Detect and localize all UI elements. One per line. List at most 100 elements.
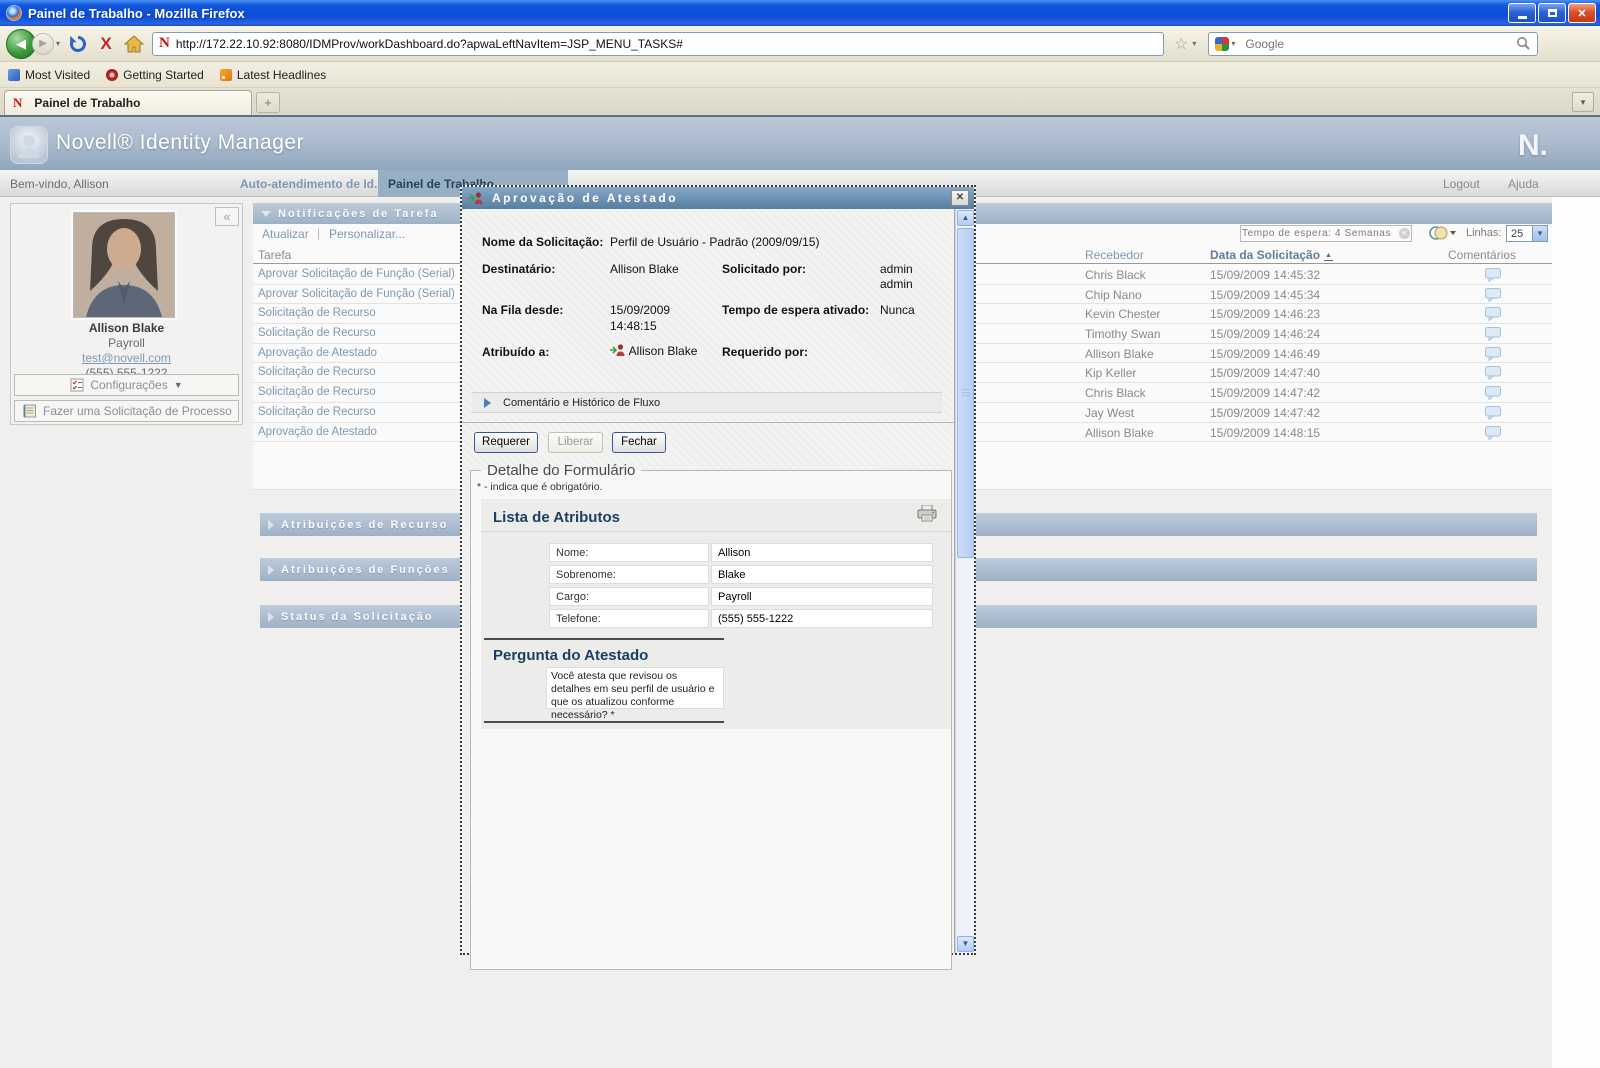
- attr-label-sobrenome: Sobrenome:: [549, 565, 709, 584]
- select-arrow-icon: ▼: [1532, 226, 1547, 241]
- checklist-icon: [70, 378, 84, 392]
- filter-icon[interactable]: [1428, 224, 1456, 245]
- queue-since-label: Na Fila desde:: [482, 303, 563, 317]
- novell-avatar-icon: [10, 126, 48, 164]
- scroll-up-icon[interactable]: ▲: [957, 210, 974, 226]
- stop-button[interactable]: X: [93, 31, 119, 57]
- tab-list-button[interactable]: ▾: [1572, 92, 1594, 112]
- tab-title: Painel de Trabalho: [34, 96, 140, 110]
- timeout-filter-badge[interactable]: Tempo de espera: 4 Semanas ✕: [1240, 225, 1412, 242]
- search-engine-icon[interactable]: [1215, 37, 1229, 51]
- scrollbar-thumb[interactable]: [957, 228, 974, 558]
- claim-button[interactable]: Requerer: [474, 432, 538, 453]
- divider: [462, 422, 954, 423]
- sort-icon: ▲: [1324, 252, 1333, 261]
- navigation-toolbar: ◀ ▶ ▾ X N ☆ ▾ ▾: [0, 26, 1600, 62]
- history-dropdown-icon[interactable]: ▾: [56, 39, 60, 48]
- sidebar-collapse-button[interactable]: «: [215, 207, 239, 226]
- close-button[interactable]: ✕: [1568, 3, 1596, 23]
- attestation-question-text: Você atesta que revisou os detalhes em s…: [546, 667, 724, 709]
- recipient-value: Allison Blake: [610, 262, 679, 276]
- print-icon[interactable]: [917, 505, 937, 527]
- timeout-enabled-label: Tempo de espera ativado:: [722, 303, 869, 317]
- dialog-titlebar[interactable]: Aprovação de Atestado ✕: [462, 187, 974, 209]
- column-task[interactable]: Tarefa: [258, 248, 291, 262]
- request-name-value: Perfil de Usuário - Padrão (2009/09/15): [610, 235, 819, 249]
- settings-button[interactable]: Configurações ▼: [14, 374, 239, 396]
- home-button[interactable]: [121, 31, 147, 57]
- comment-icon[interactable]: [1485, 268, 1501, 285]
- customize-link[interactable]: Personalizar...: [329, 227, 405, 241]
- logout-link[interactable]: Logout: [1443, 177, 1480, 191]
- site-favicon: N: [159, 35, 170, 52]
- process-request-button[interactable]: Fazer uma Solicitação de Processo: [14, 400, 239, 422]
- clear-filter-icon[interactable]: ✕: [1399, 228, 1410, 239]
- restore-button[interactable]: [1538, 3, 1566, 23]
- bookmark-star-icon[interactable]: ☆: [1174, 34, 1188, 54]
- attestation-question-title: Pergunta do Atestado: [493, 647, 648, 664]
- attr-value-telefone: (555) 555-1222: [711, 609, 933, 628]
- divider: [481, 531, 951, 532]
- help-link[interactable]: Ajuda: [1508, 177, 1539, 191]
- column-recipient[interactable]: Recebedor: [1085, 248, 1144, 262]
- attestation-form: Lista de Atributos Nome: Allison Sobreno…: [481, 499, 951, 729]
- collapse-arrow-icon: [261, 211, 271, 217]
- release-button: Liberar: [548, 432, 603, 453]
- user-name: Allison Blake: [11, 321, 242, 335]
- attr-label-cargo: Cargo:: [549, 587, 709, 606]
- url-input[interactable]: [176, 37, 1157, 51]
- close-dialog-button[interactable]: Fechar: [612, 432, 666, 453]
- dialog-title: Aprovação de Atestado: [492, 191, 678, 205]
- queue-since-value-1: 15/09/2009: [610, 303, 670, 317]
- home-icon: [124, 35, 144, 53]
- required-note: * - indica que é obrigatório.: [477, 481, 603, 493]
- user-email-link[interactable]: test@novell.com: [11, 351, 242, 365]
- new-tab-button[interactable]: +: [256, 92, 280, 113]
- comment-icon[interactable]: [1485, 426, 1501, 443]
- bookmark-label: Most Visited: [25, 68, 90, 82]
- bookmark-label: Latest Headlines: [237, 68, 326, 82]
- bookmark-getting-started[interactable]: Getting Started: [106, 68, 204, 82]
- column-request-date[interactable]: Data da Solicitação▲: [1210, 248, 1333, 262]
- divider: [484, 721, 724, 723]
- bookmark-most-visited[interactable]: Most Visited: [8, 68, 90, 82]
- assign-person-icon: [468, 191, 484, 205]
- rows-value: 25: [1511, 228, 1523, 240]
- comment-icon[interactable]: [1485, 288, 1501, 305]
- expand-arrow-icon: [268, 520, 274, 530]
- required-by-label: Requerido por:: [722, 345, 808, 359]
- comment-flow-history-expander[interactable]: Comentário e Histórico de Fluxo: [472, 392, 942, 413]
- reload-button[interactable]: [65, 31, 91, 57]
- rows-select[interactable]: 25 ▼: [1506, 225, 1548, 242]
- comment-icon[interactable]: [1485, 386, 1501, 403]
- comment-icon[interactable]: [1485, 307, 1501, 324]
- assign-person-icon: [610, 343, 626, 357]
- search-input[interactable]: [1245, 37, 1516, 51]
- page-margin: [1552, 197, 1600, 1068]
- minimize-button[interactable]: [1508, 3, 1536, 23]
- chevron-down-icon: ▼: [174, 380, 183, 390]
- panel-title: Notificações de Tarefa: [278, 208, 439, 220]
- bookmark-dropdown-icon[interactable]: ▾: [1192, 39, 1196, 48]
- dialog-close-icon[interactable]: ✕: [951, 190, 969, 206]
- comment-icon[interactable]: [1485, 347, 1501, 364]
- bookmark-latest-headlines[interactable]: Latest Headlines: [220, 68, 326, 82]
- timeout-filter-label: Tempo de espera: 4 Semanas: [1242, 228, 1391, 239]
- dialog-scrollbar[interactable]: ▲ ▼: [955, 209, 974, 953]
- timeout-enabled-value: Nunca: [880, 303, 915, 317]
- url-bar: N: [152, 32, 1164, 56]
- refresh-link[interactable]: Atualizar: [262, 227, 309, 241]
- queue-since-value-2: 14:48:15: [610, 319, 657, 333]
- comment-icon[interactable]: [1485, 327, 1501, 344]
- expand-arrow-icon: [268, 565, 274, 575]
- scroll-down-icon[interactable]: ▼: [957, 936, 974, 952]
- search-magnifier-icon[interactable]: [1516, 36, 1531, 51]
- comment-icon[interactable]: [1485, 366, 1501, 383]
- welcome-text: Bem-vindo, Allison: [10, 177, 109, 191]
- comment-icon[interactable]: [1485, 406, 1501, 423]
- forward-button[interactable]: ▶: [32, 33, 54, 55]
- attr-label-telefone: Telefone:: [549, 609, 709, 628]
- tab-painel-de-trabalho[interactable]: N Painel de Trabalho: [4, 90, 252, 115]
- nav-tab-identity-self-service[interactable]: Auto-atendimento de Id...: [240, 177, 384, 191]
- search-engine-dropdown-icon[interactable]: ▾: [1231, 39, 1235, 48]
